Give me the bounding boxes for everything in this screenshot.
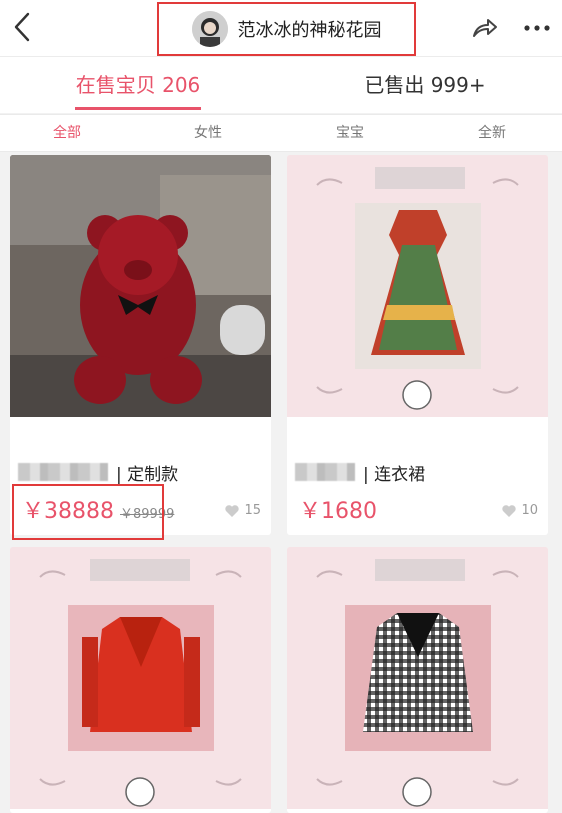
more-icon[interactable] <box>522 16 552 40</box>
tab-sold[interactable]: 已售出 999+ <box>340 67 510 103</box>
product-card[interactable]: | 定制款 ￥38888 ￥89999 15 <box>10 155 271 535</box>
shop-title-area[interactable]: 范冰冰的神秘花园 <box>157 2 416 56</box>
blurred-text <box>18 463 108 481</box>
like-count[interactable]: 15 <box>224 503 261 518</box>
heart-icon <box>225 504 240 517</box>
product-price: ￥1680 <box>299 499 377 524</box>
shop-title: 范冰冰的神秘花园 <box>237 20 382 41</box>
filter-women[interactable]: 女性 <box>138 115 278 151</box>
back-arrow-icon[interactable] <box>8 10 38 44</box>
filter-all[interactable]: 全部 <box>0 115 137 151</box>
shop-avatar <box>191 11 228 47</box>
filter-bar: 全部 女性 宝宝 全新 <box>0 114 562 152</box>
product-card[interactable]: | 连衣裙 ￥1680 10 <box>287 155 548 535</box>
product-image <box>287 155 548 417</box>
blurred-text <box>295 463 355 481</box>
product-image <box>10 155 271 417</box>
product-title: | 定制款 <box>18 460 178 485</box>
tab-active-indicator <box>75 107 201 110</box>
product-card[interactable] <box>287 547 548 813</box>
heart-icon <box>502 504 517 517</box>
product-image <box>287 547 548 809</box>
tab-bar: 在售宝贝 206 已售出 999+ <box>0 57 562 113</box>
filter-baby[interactable]: 宝宝 <box>280 115 420 151</box>
price-highlight-box <box>12 484 164 540</box>
product-title: | 连衣裙 <box>295 460 425 485</box>
nav-bar: 范冰冰的神秘花园 <box>0 0 562 57</box>
filter-new[interactable]: 全新 <box>422 115 562 151</box>
product-image <box>10 547 271 809</box>
tab-on-sale[interactable]: 在售宝贝 206 <box>60 67 216 103</box>
like-count[interactable]: 10 <box>501 503 538 518</box>
share-icon[interactable] <box>468 12 500 44</box>
product-card[interactable] <box>10 547 271 813</box>
